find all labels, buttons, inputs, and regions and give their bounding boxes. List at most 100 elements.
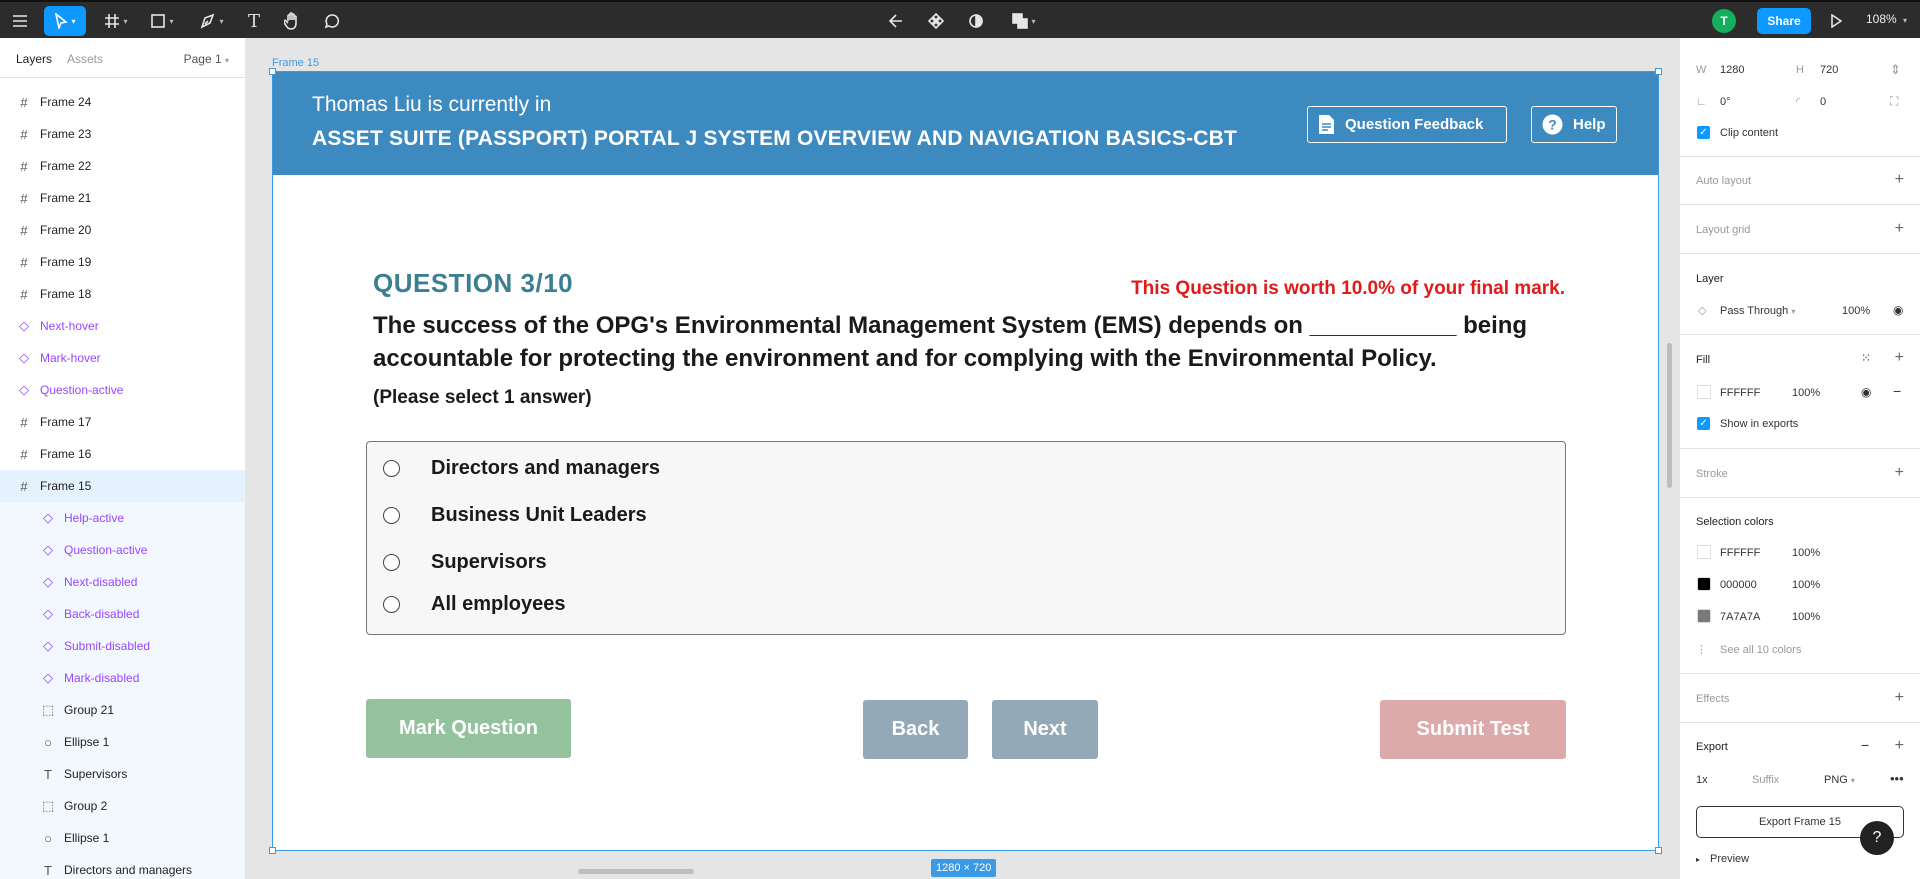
vertical-scrollbar[interactable] (1667, 343, 1672, 488)
answer-option[interactable]: Supervisors (383, 551, 547, 574)
remove-export-icon[interactable]: − (1861, 737, 1869, 753)
user-avatar[interactable]: T (1712, 9, 1736, 33)
width-input[interactable]: 1280 (1720, 64, 1744, 76)
chevron-right-icon[interactable]: ▸ (1696, 855, 1700, 864)
hand-tool-icon[interactable] (280, 6, 304, 36)
selection-color-opacity[interactable]: 100% (1792, 579, 1820, 591)
layer-row[interactable]: ⬚ Group 21 (0, 694, 245, 726)
more-options-icon[interactable]: ••• (1890, 771, 1904, 786)
style-grid-icon[interactable]: ⁙ (1861, 351, 1871, 365)
rotation-input[interactable]: 0° (1720, 96, 1731, 108)
layer-row[interactable]: T Supervisors (0, 758, 245, 790)
back-button[interactable]: Back (863, 700, 968, 759)
selection-color-hex[interactable]: 7A7A7A (1720, 611, 1760, 623)
submit-test-button[interactable]: Submit Test (1380, 700, 1566, 759)
next-button[interactable]: Next (992, 700, 1098, 759)
resize-handle-top-left[interactable] (269, 68, 276, 75)
blend-mode-select[interactable]: Pass Through ▾ (1720, 305, 1795, 317)
see-all-colors-link[interactable]: See all 10 colors (1720, 644, 1801, 656)
layer-row[interactable]: ◇ Question-active (0, 534, 245, 566)
remove-fill-icon[interactable]: − (1893, 383, 1901, 399)
show-in-exports-checkbox[interactable]: ✓ (1697, 417, 1710, 430)
pen-tool-button[interactable]: ▾ (196, 6, 228, 36)
horizontal-scrollbar[interactable] (578, 869, 694, 874)
layer-row[interactable]: # Frame 16 (0, 438, 245, 470)
layer-row[interactable]: ◇ Mark-disabled (0, 662, 245, 694)
resize-handle-bottom-right[interactable] (1655, 847, 1662, 854)
radio-button[interactable] (383, 460, 400, 477)
help-button[interactable]: ? Help (1531, 106, 1617, 143)
selection-color-opacity[interactable]: 100% (1792, 611, 1820, 623)
answer-option[interactable]: Directors and managers (383, 457, 660, 480)
layer-row[interactable]: ◇ Help-active (0, 502, 245, 534)
frame-label[interactable]: Frame 15 (272, 57, 319, 69)
selection-color-swatch[interactable] (1697, 577, 1711, 591)
layer-row[interactable]: ◇ Next-disabled (0, 566, 245, 598)
height-input[interactable]: 720 (1820, 64, 1838, 76)
layer-row[interactable]: ◇ Next-hover (0, 310, 245, 342)
present-play-icon[interactable] (1826, 6, 1846, 36)
radio-button[interactable] (383, 596, 400, 613)
layer-row[interactable]: # Frame 18 (0, 278, 245, 310)
layer-row[interactable]: ⬚ Group 2 (0, 790, 245, 822)
clip-content-checkbox[interactable]: ✓ (1697, 126, 1710, 139)
add-effect-icon[interactable]: + (1895, 689, 1904, 707)
comment-icon[interactable] (320, 6, 344, 36)
frame-tool-button[interactable]: ▾ (100, 6, 132, 36)
resize-handle-bottom-left[interactable] (269, 847, 276, 854)
export-suffix-input[interactable]: Suffix (1752, 774, 1779, 786)
add-stroke-icon[interactable]: + (1895, 464, 1904, 482)
tab-layers[interactable]: Layers (16, 52, 52, 66)
create-link-icon[interactable] (884, 6, 908, 36)
answer-option[interactable]: Business Unit Leaders (383, 504, 647, 527)
selection-color-hex[interactable]: FFFFFF (1720, 547, 1760, 559)
text-tool-icon[interactable]: T (242, 6, 266, 36)
add-fill-icon[interactable]: + (1895, 349, 1904, 367)
boolean-groups-icon[interactable]: ▾ (1006, 6, 1042, 36)
constrain-proportions-icon[interactable]: ⇕ (1890, 62, 1901, 78)
selection-color-opacity[interactable]: 100% (1792, 547, 1820, 559)
add-layout-grid-icon[interactable]: + (1895, 220, 1904, 238)
layer-row[interactable]: # Frame 15 (0, 470, 245, 502)
layer-row[interactable]: # Frame 22 (0, 150, 245, 182)
move-tool-button[interactable]: ▾ (44, 6, 86, 36)
eye-icon[interactable]: ◉ (1861, 385, 1871, 399)
eye-icon[interactable]: ◉ (1893, 303, 1903, 317)
mark-question-button[interactable]: Mark Question (366, 699, 571, 758)
answer-option[interactable]: All employees (383, 593, 566, 616)
layer-row[interactable]: T Directors and managers (0, 854, 245, 879)
layer-row[interactable]: ◇ Mark-hover (0, 342, 245, 374)
question-frame[interactable]: Thomas Liu is currently in ASSET SUITE (… (269, 68, 1662, 854)
add-export-icon[interactable]: + (1895, 737, 1904, 755)
fill-hex-input[interactable]: FFFFFF (1720, 387, 1760, 399)
layer-row[interactable]: ◇ Submit-disabled (0, 630, 245, 662)
help-icon[interactable]: ? (1860, 821, 1894, 855)
page-selector[interactable]: Page 1 ▾ (184, 52, 229, 66)
zoom-control[interactable]: 108% ▾ (1866, 12, 1907, 26)
export-format-select[interactable]: PNG ▾ (1824, 774, 1855, 786)
selection-color-swatch[interactable] (1697, 545, 1711, 559)
layer-row[interactable]: # Frame 23 (0, 118, 245, 150)
layer-row[interactable]: ◇ Back-disabled (0, 598, 245, 630)
selection-color-hex[interactable]: 000000 (1720, 579, 1757, 591)
layer-row[interactable]: ○ Ellipse 1 (0, 726, 245, 758)
add-auto-layout-icon[interactable]: + (1895, 171, 1904, 189)
component-icon[interactable] (924, 6, 948, 36)
mask-icon[interactable] (964, 6, 988, 36)
layer-row[interactable]: ○ Ellipse 1 (0, 822, 245, 854)
fill-opacity-input[interactable]: 100% (1792, 387, 1820, 399)
question-feedback-button[interactable]: Question Feedback (1307, 106, 1507, 143)
tab-assets[interactable]: Assets (67, 52, 103, 66)
layer-opacity-input[interactable]: 100% (1842, 305, 1870, 317)
main-menu-icon[interactable] (8, 6, 32, 36)
corner-radius-input[interactable]: 0 (1820, 96, 1826, 108)
selection-color-swatch[interactable] (1697, 609, 1711, 623)
layer-row[interactable]: # Frame 24 (0, 86, 245, 118)
radio-button[interactable] (383, 554, 400, 571)
layer-row[interactable]: # Frame 19 (0, 246, 245, 278)
layer-row[interactable]: # Frame 21 (0, 182, 245, 214)
preview-toggle[interactable]: Preview (1710, 853, 1749, 865)
resize-handle-top-right[interactable] (1655, 68, 1662, 75)
fill-swatch[interactable] (1697, 385, 1711, 399)
radio-button[interactable] (383, 507, 400, 524)
